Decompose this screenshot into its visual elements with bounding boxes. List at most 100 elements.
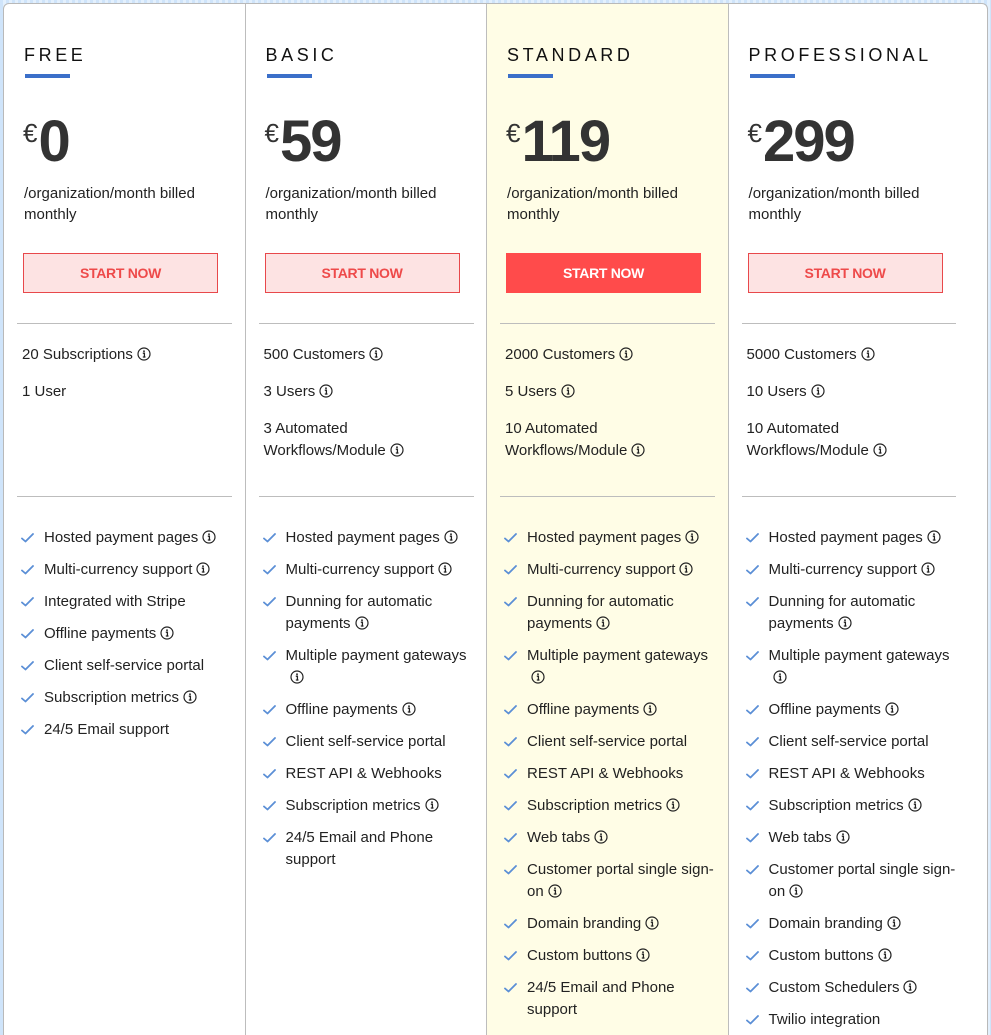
info-icon[interactable]: [594, 830, 608, 844]
feature-item: Hosted payment pages: [262, 527, 478, 549]
info-icon[interactable]: [424, 798, 439, 812]
info-icon[interactable]: [183, 690, 197, 704]
info-icon[interactable]: [836, 830, 850, 844]
check-icon: [745, 977, 764, 999]
info-icon[interactable]: [679, 562, 694, 576]
info-icon[interactable]: [873, 443, 887, 457]
info-icon[interactable]: [561, 384, 575, 398]
feature-label: Multi-currency support: [285, 561, 434, 578]
start-now-button[interactable]: START NOW: [264, 253, 460, 293]
info-icon[interactable]: [907, 798, 922, 812]
feature-item: Integrated with Stripe: [21, 591, 236, 613]
check-icon: [21, 655, 39, 677]
feature-label: Offline payments: [285, 701, 398, 718]
currency-symbol: €: [23, 118, 38, 148]
check-icon: [262, 591, 281, 613]
info-icon[interactable]: [438, 562, 452, 576]
info-icon[interactable]: [636, 948, 650, 962]
feature-text-wrap: Domain branding: [527, 913, 659, 935]
feature-item: Subscription metrics: [262, 795, 478, 817]
feature-list: Hosted payment pages Multi-currency suppo…: [262, 527, 478, 881]
plan-name: PROFESSIONAL: [748, 45, 932, 65]
feature-text-wrap: Multi-currency support: [527, 559, 694, 581]
feature-label: Web tabs: [768, 829, 832, 846]
feature-item: Hosted payment pages: [21, 527, 236, 549]
currency-symbol: €: [747, 118, 763, 148]
info-icon[interactable]: [531, 670, 545, 684]
feature-text-wrap: Hosted payment pages: [527, 527, 699, 549]
start-now-button[interactable]: START NOW: [506, 253, 702, 293]
info-icon[interactable]: [202, 530, 216, 544]
info-icon[interactable]: [789, 884, 803, 898]
check-icon: [21, 623, 39, 645]
info-icon[interactable]: [645, 916, 659, 930]
feature-label: Offline payments: [527, 701, 640, 718]
info-icon[interactable]: [548, 884, 562, 898]
check-icon: [21, 687, 39, 709]
info-icon[interactable]: [885, 702, 899, 716]
info-icon[interactable]: [903, 980, 918, 994]
start-now-button[interactable]: START NOW: [23, 253, 218, 293]
info-icon[interactable]: [810, 384, 825, 398]
info-icon[interactable]: [631, 443, 645, 457]
feature-item: Subscription metrics: [745, 795, 961, 817]
check-icon: [504, 527, 522, 549]
info-icon[interactable]: [861, 347, 875, 361]
info-icon[interactable]: [444, 530, 458, 544]
info-icon[interactable]: [643, 702, 657, 716]
info-icon[interactable]: [354, 616, 369, 630]
feature-text-wrap: Client self-service portal: [44, 655, 204, 677]
info-icon[interactable]: [619, 347, 633, 361]
info-icon[interactable]: [402, 702, 416, 716]
plan-limits: 5000 Customers 10 Users 10 Automated Workf…: [747, 344, 957, 477]
info-icon[interactable]: [921, 562, 935, 576]
feature-label: Domain branding: [527, 915, 642, 932]
feature-label: 24/5 Email support: [44, 721, 170, 738]
feature-item: Custom buttons: [745, 945, 961, 967]
check-icon: [504, 795, 522, 817]
info-icon[interactable]: [685, 530, 699, 544]
feature-text-wrap: Multiple payment gateways: [769, 645, 961, 689]
info-icon[interactable]: [927, 530, 941, 544]
plan-limit-label: 10 Automated Workflows/Module: [746, 420, 869, 459]
info-icon[interactable]: [596, 616, 610, 630]
feature-label: Multiple payment gateways: [285, 647, 467, 664]
divider: [17, 323, 232, 324]
check-icon: [504, 859, 522, 881]
info-icon[interactable]: [196, 562, 210, 576]
info-icon[interactable]: [878, 948, 892, 962]
feature-label: Subscription metrics: [285, 797, 421, 814]
info-icon[interactable]: [666, 798, 680, 812]
plan-accent-bar: [25, 74, 70, 78]
info-icon[interactable]: [289, 670, 304, 684]
feature-label: Multi-currency support: [768, 561, 917, 578]
feature-label: Client self-service portal: [768, 733, 929, 750]
feature-item: Hosted payment pages: [745, 527, 961, 549]
check-icon: [504, 731, 522, 753]
check-icon: [745, 913, 764, 935]
feature-label: Subscription metrics: [527, 797, 663, 814]
info-icon[interactable]: [160, 626, 174, 640]
info-icon[interactable]: [137, 347, 151, 361]
info-icon[interactable]: [887, 916, 901, 930]
feature-label: Offline payments: [44, 625, 157, 642]
info-icon[interactable]: [319, 384, 333, 398]
start-now-button[interactable]: START NOW: [747, 253, 943, 293]
info-icon[interactable]: [390, 443, 404, 457]
info-icon[interactable]: [837, 616, 852, 630]
check-icon: [745, 763, 764, 785]
check-icon: [504, 763, 522, 785]
plan-limit-label: 2000 Customers: [505, 346, 616, 363]
plan-limit-label: 10 Automated Workflows/Module: [505, 420, 628, 459]
info-icon[interactable]: [369, 347, 383, 361]
feature-text-wrap: Multiple payment gateways: [286, 645, 478, 689]
info-icon[interactable]: [772, 670, 787, 684]
plan-accent-bar: [266, 74, 312, 78]
feature-text-wrap: Dunning for automatic payments: [769, 591, 961, 635]
feature-text-wrap: Customer portal single sign-on: [769, 859, 961, 903]
plan-column-standard: STANDARD € 119 /organization/month bille…: [487, 4, 729, 1035]
plan-price: € 59: [265, 110, 343, 174]
plan-limit: 3 Users: [264, 381, 474, 403]
feature-item: Multiple payment gateways: [745, 645, 961, 689]
plan-limit-label: 3 Users: [263, 383, 316, 400]
